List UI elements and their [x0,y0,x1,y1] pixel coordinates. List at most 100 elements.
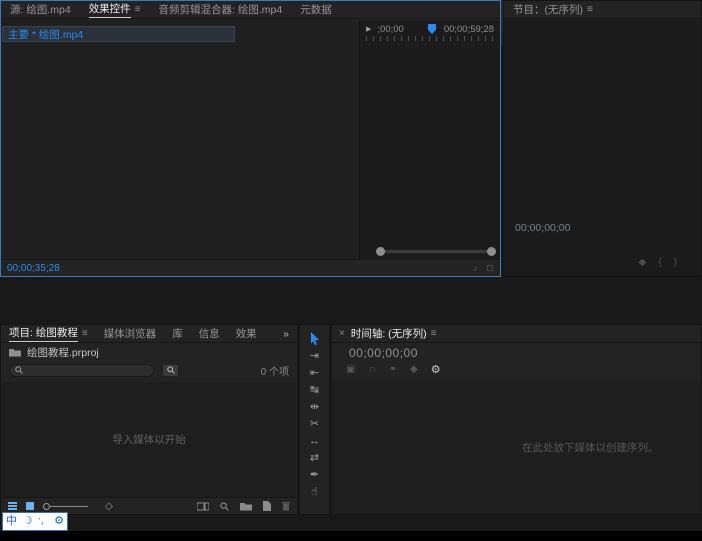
project-panel-menu-icon[interactable]: ≡ [82,328,88,339]
mini-timeline-zoom-scrollbar[interactable] [376,247,496,256]
program-tab-label: 节目：(无序列) [513,4,583,16]
source-group-tabbar: 源: 绘图.mp4 效果控件 ≡ 音频剪辑混合器: 绘图.mp4 元数据 [1,1,500,19]
icon-view-icon[interactable] [26,502,34,510]
panel-menu-icon[interactable]: ≡ [135,4,141,15]
ruler-end-timecode: 00;00;59;28 [443,23,494,35]
hand-tool-icon[interactable]: ☝ [300,483,329,500]
desktop-strip [0,531,702,541]
zoom-slider-handle[interactable] [43,502,50,510]
snap-icon[interactable]: ∩ [368,364,375,375]
ripple-edit-tool-icon[interactable]: ⇤ [300,364,329,381]
program-tabbar: 节目：(无序列) ≡ [504,1,701,19]
automate-to-sequence-icon[interactable] [197,502,209,511]
timeline-toolbar: ▣ ∩ ⚭ ◆ ⚙ [346,363,441,376]
program-timecode[interactable]: 00;00;00;00 [515,222,570,234]
program-panel-menu-icon[interactable]: ≡ [587,4,593,15]
pen-tool-icon[interactable]: ✒ [300,466,329,483]
timeline-header: 00;00;00;00 ▣ ∩ ⚭ ◆ ⚙ [332,343,701,379]
folder-icon [9,348,21,357]
project-tab-label: 项目: 绘图教程 [9,325,78,342]
program-monitor-body: 00;00;00;00 ◆ { } [504,20,701,276]
tab-effect-controls[interactable]: 效果控件 ≡ [80,1,150,19]
thumbnail-zoom-slider[interactable] [43,502,88,510]
tools-panel: ⇥ ⇤ ↹ ⇹ ✂ ↔ ⇄ ✒ ☝ [299,324,330,515]
find-icon[interactable] [220,501,229,511]
toggle-effects-icon[interactable]: ⊡ [486,263,494,274]
slip-tool-icon[interactable]: ↔ [300,432,329,449]
list-view-icon[interactable] [8,502,17,510]
selection-tool-icon[interactable] [300,330,329,347]
tab-effects[interactable]: 效果 [228,325,265,343]
tools-column: ⇥ ⇤ ↹ ⇹ ✂ ↔ ⇄ ✒ ☝ [300,325,329,500]
timeline-panel-menu-icon[interactable]: ≡ [431,328,437,339]
playhead-marker-icon[interactable] [426,23,438,35]
nest-sequence-icon[interactable]: ▣ [346,364,355,375]
effect-controls-panel: 源: 绘图.mp4 效果控件 ≡ 音频剪辑混合器: 绘图.mp4 元数据 主要 … [0,0,501,277]
mini-timeline-ruler[interactable] [366,36,498,41]
project-tabbar: 项目: 绘图教程 ≡ 媒体浏览器 库 信息 效果 » [1,325,297,343]
ime-fullwidth-moon-icon[interactable]: ☽ [23,516,33,527]
close-icon[interactable]: × [332,328,349,339]
timeline-panel: × 时间轴: (无序列) ≡ 00;00;00;00 ▣ ∩ ⚭ ◆ ⚙ 在此处… [331,324,702,515]
timeline-tabbar: × 时间轴: (无序列) ≡ [332,325,701,343]
timeline-empty-text: 在此处放下媒体以创建序列。 [522,441,659,454]
play-audio-only-icon[interactable]: ♪ [473,263,478,273]
search-bin-icon[interactable] [162,363,179,377]
timeline-timecode[interactable]: 00;00;00;00 [349,346,418,360]
marker-icon[interactable]: ◆ [639,257,647,268]
ime-punctuation-icon[interactable]: ’， [39,517,49,526]
search-input[interactable] [27,365,137,375]
effect-controls-mini-timeline: ▶ ;00;00 00;00;59;28 [360,20,500,259]
program-monitor-panel: 节目：(无序列) ≡ 00;00;00;00 ◆ { } [503,0,702,277]
search-box[interactable] [9,363,154,377]
new-bin-icon[interactable] [240,502,252,511]
extract-icon[interactable]: } [674,257,677,268]
clip-title-row[interactable]: 主要 * 绘图.mp4 [2,26,235,42]
project-breadcrumb: 绘图教程.prproj [1,343,297,361]
effect-controls-status-bar: 00;00;35;28 ♪ ⊡ [1,259,500,276]
project-toolbar-right [197,501,290,511]
ime-settings-gear-icon[interactable]: ⚙ [54,516,64,527]
mini-timeline-header: ▶ ;00;00 00;00;59;28 [360,22,500,36]
project-panel: 项目: 绘图教程 ≡ 媒体浏览器 库 信息 效果 » 绘图教程.prproj 0… [0,324,298,515]
tab-project[interactable]: 项目: 绘图教程 ≡ [1,325,96,343]
razor-tool-icon[interactable]: ✂ [300,415,329,432]
zoom-slider-track[interactable] [50,505,88,507]
tab-audio-clip-mixer[interactable]: 音频剪辑混合器: 绘图.mp4 [150,1,292,19]
project-search-row: 0 个项 [1,361,297,379]
add-marker-icon[interactable]: ◆ [410,364,418,375]
rolling-edit-tool-icon[interactable]: ↹ [300,381,329,398]
linked-selection-icon[interactable]: ⚭ [389,364,397,375]
breadcrumb-label[interactable]: 绘图教程.prproj [27,345,99,360]
clear-icon[interactable] [282,501,290,511]
program-toolbar: ◆ { } [639,257,677,268]
current-timecode[interactable]: 00;00;35;28 [7,263,60,274]
track-select-forward-tool-icon[interactable]: ⇥ [300,347,329,364]
expand-icon[interactable]: ▶ [366,25,371,33]
ime-language-mode-icon[interactable]: 中 [6,516,17,527]
tab-metadata[interactable]: 元数据 [291,1,341,19]
zoom-scrollbar-track[interactable] [380,250,492,253]
timeline-track-area[interactable]: 在此处放下媒体以创建序列。 [332,380,701,514]
tab-program-monitor[interactable]: 节目：(无序列) ≡ [504,1,602,19]
project-empty-area[interactable]: 导入媒体以开始 [2,382,296,497]
rate-stretch-tool-icon[interactable]: ⇹ [300,398,329,415]
search-icon [15,366,23,374]
timeline-tab-label: 时间轴: (无序列) [350,328,427,340]
zoom-scrollbar-right-handle[interactable] [487,247,496,256]
ruler-start-timecode: ;00;00 [377,23,404,35]
zoom-scrollbar-left-handle[interactable] [376,247,385,256]
new-item-icon[interactable] [263,501,271,511]
effect-controls-label: 效果控件 [88,1,131,18]
lift-icon[interactable]: { [658,257,661,268]
sort-icon[interactable]: ◇ [105,501,113,512]
item-count: 0 个项 [260,366,289,378]
tab-media-browser[interactable]: 媒体浏览器 [96,325,165,343]
timeline-settings-wrench-icon[interactable]: ⚙ [431,363,441,376]
slide-tool-icon[interactable]: ⇄ [300,449,329,466]
tab-libraries[interactable]: 库 [164,325,191,343]
tab-info[interactable]: 信息 [191,325,228,343]
tab-timeline[interactable]: 时间轴: (无序列) ≡ [349,325,446,343]
tab-source-monitor[interactable]: 源: 绘图.mp4 [1,1,80,19]
project-overflow-icon[interactable]: » [275,328,297,340]
